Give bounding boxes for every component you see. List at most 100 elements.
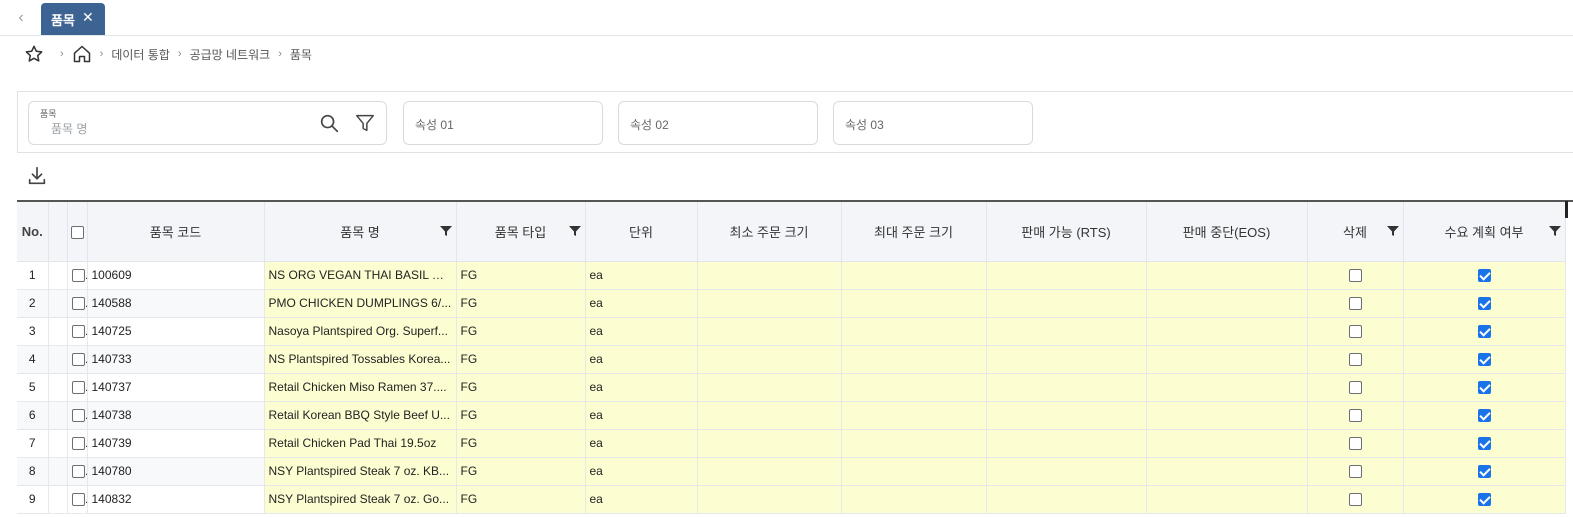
deleted-checkbox[interactable] [1348, 269, 1362, 283]
deleted-checkbox[interactable] [1348, 493, 1362, 507]
row-select-checkbox[interactable] [71, 325, 85, 339]
attribute-03-field[interactable]: 속성 03 [833, 101, 1033, 145]
min-order-cell[interactable] [697, 345, 842, 374]
rts-cell[interactable] [986, 485, 1147, 514]
table-row[interactable]: 6 140738 Retail Korean BBQ Style Beef U...… [17, 401, 1566, 430]
breadcrumb-item[interactable]: 데이터 통합 [111, 46, 170, 63]
rts-cell[interactable] [986, 401, 1147, 430]
eos-cell[interactable] [1146, 289, 1308, 318]
item-name-input[interactable]: 품목 명 [51, 120, 87, 137]
demand-plan-cell[interactable] [1403, 373, 1566, 402]
deleted-cell[interactable] [1307, 373, 1404, 402]
unit-cell[interactable]: ea [585, 485, 698, 514]
unit-cell[interactable]: ea [585, 345, 698, 374]
demand-plan-cell[interactable] [1403, 345, 1566, 374]
eos-cell[interactable] [1146, 429, 1308, 458]
unit-cell[interactable]: ea [585, 261, 698, 290]
item-type-cell[interactable]: FG [456, 261, 586, 290]
column-header-item-code[interactable]: 품목 코드 [87, 202, 265, 262]
attribute-02-input[interactable]: 속성 02 [630, 116, 669, 133]
tab-item[interactable]: 품목 ✕ [41, 3, 105, 35]
min-order-cell[interactable] [697, 429, 842, 458]
column-header-rts[interactable]: 판매 가능 (RTS) [986, 202, 1147, 262]
column-header-demand-plan[interactable]: 수요 계획 여부 [1403, 202, 1566, 262]
rts-cell[interactable] [986, 457, 1147, 486]
deleted-checkbox[interactable] [1348, 381, 1362, 395]
item-name-cell[interactable]: PMO CHICKEN DUMPLINGS 6/... [264, 289, 457, 318]
deleted-cell[interactable] [1307, 429, 1404, 458]
eos-cell[interactable] [1146, 345, 1308, 374]
table-row[interactable]: 8 140780 NSY Plantspired Steak 7 oz. KB...… [17, 457, 1566, 486]
rts-cell[interactable] [986, 289, 1147, 318]
column-filter-icon[interactable] [568, 225, 581, 237]
column-header-item-type[interactable]: 품목 타입 [456, 202, 586, 262]
filter-icon[interactable] [354, 112, 376, 134]
deleted-checkbox[interactable] [1348, 465, 1362, 479]
min-order-cell[interactable] [697, 401, 842, 430]
max-order-cell[interactable] [841, 261, 987, 290]
max-order-cell[interactable] [841, 401, 987, 430]
table-row[interactable]: 9 140832 NSY Plantspired Steak 7 oz. Go...… [17, 485, 1566, 514]
rts-cell[interactable] [986, 373, 1147, 402]
row-select-checkbox[interactable] [71, 269, 85, 283]
rts-cell[interactable] [986, 317, 1147, 346]
attribute-03-input[interactable]: 속성 03 [845, 116, 884, 133]
max-order-cell[interactable] [841, 345, 987, 374]
deleted-cell[interactable] [1307, 401, 1404, 430]
demand-plan-cell[interactable] [1403, 401, 1566, 430]
max-order-cell[interactable] [841, 317, 987, 346]
deleted-checkbox[interactable] [1348, 325, 1362, 339]
row-select-checkbox[interactable] [71, 297, 85, 311]
max-order-cell[interactable] [841, 373, 987, 402]
demand-plan-checkbox[interactable] [1477, 297, 1491, 311]
attribute-02-field[interactable]: 속성 02 [618, 101, 818, 145]
demand-plan-checkbox[interactable] [1477, 465, 1491, 479]
home-icon[interactable] [72, 44, 92, 64]
breadcrumb-item[interactable]: 공급망 네트워크 [190, 46, 271, 63]
column-resize-handle[interactable] [1565, 201, 1568, 218]
item-type-cell[interactable]: FG [456, 429, 586, 458]
item-type-cell[interactable]: FG [456, 373, 586, 402]
chevron-left-icon[interactable]: ‹ [12, 8, 30, 28]
download-icon[interactable] [26, 165, 48, 187]
deleted-cell[interactable] [1307, 485, 1404, 514]
item-name-cell[interactable]: Retail Chicken Miso Ramen 37.... [264, 373, 457, 402]
min-order-cell[interactable] [697, 373, 842, 402]
column-filter-icon[interactable] [439, 225, 452, 237]
row-select-cell[interactable] [67, 345, 88, 374]
deleted-cell[interactable] [1307, 289, 1404, 318]
row-select-cell[interactable] [67, 373, 88, 402]
table-row[interactable]: 4 140733 NS Plantspired Tossables Korea...… [17, 345, 1566, 374]
column-header-deleted[interactable]: 삭제 [1307, 202, 1404, 262]
item-name-cell[interactable]: NS ORG VEGAN THAI BASIL VE... [264, 261, 457, 290]
max-order-cell[interactable] [841, 429, 987, 458]
deleted-cell[interactable] [1307, 261, 1404, 290]
row-select-cell[interactable] [67, 485, 88, 514]
demand-plan-cell[interactable] [1403, 289, 1566, 318]
table-row[interactable]: 7 140739 Retail Chicken Pad Thai 19.5oz FG e… [17, 429, 1566, 458]
column-header-eos[interactable]: 판매 중단(EOS) [1146, 202, 1308, 262]
deleted-checkbox[interactable] [1348, 353, 1362, 367]
demand-plan-checkbox[interactable] [1477, 409, 1491, 423]
column-header-item-name[interactable]: 품목 명 [264, 202, 457, 262]
row-select-cell[interactable] [67, 289, 88, 318]
column-header-min-order[interactable]: 최소 주문 크기 [697, 202, 842, 262]
demand-plan-checkbox[interactable] [1477, 353, 1491, 367]
demand-plan-cell[interactable] [1403, 317, 1566, 346]
unit-cell[interactable]: ea [585, 401, 698, 430]
demand-plan-cell[interactable] [1403, 485, 1566, 514]
row-select-cell[interactable] [67, 429, 88, 458]
unit-cell[interactable]: ea [585, 373, 698, 402]
column-filter-icon[interactable] [1386, 225, 1399, 237]
close-icon[interactable]: ✕ [82, 9, 94, 26]
min-order-cell[interactable] [697, 261, 842, 290]
max-order-cell[interactable] [841, 485, 987, 514]
item-type-cell[interactable]: FG [456, 317, 586, 346]
eos-cell[interactable] [1146, 401, 1308, 430]
demand-plan-checkbox[interactable] [1477, 381, 1491, 395]
row-select-cell[interactable] [67, 401, 88, 430]
attribute-01-input[interactable]: 속성 01 [415, 116, 454, 133]
row-select-checkbox[interactable] [71, 465, 85, 479]
attribute-01-field[interactable]: 속성 01 [403, 101, 603, 145]
table-row[interactable]: 1 100609 NS ORG VEGAN THAI BASIL VE... FG ea [17, 261, 1566, 290]
